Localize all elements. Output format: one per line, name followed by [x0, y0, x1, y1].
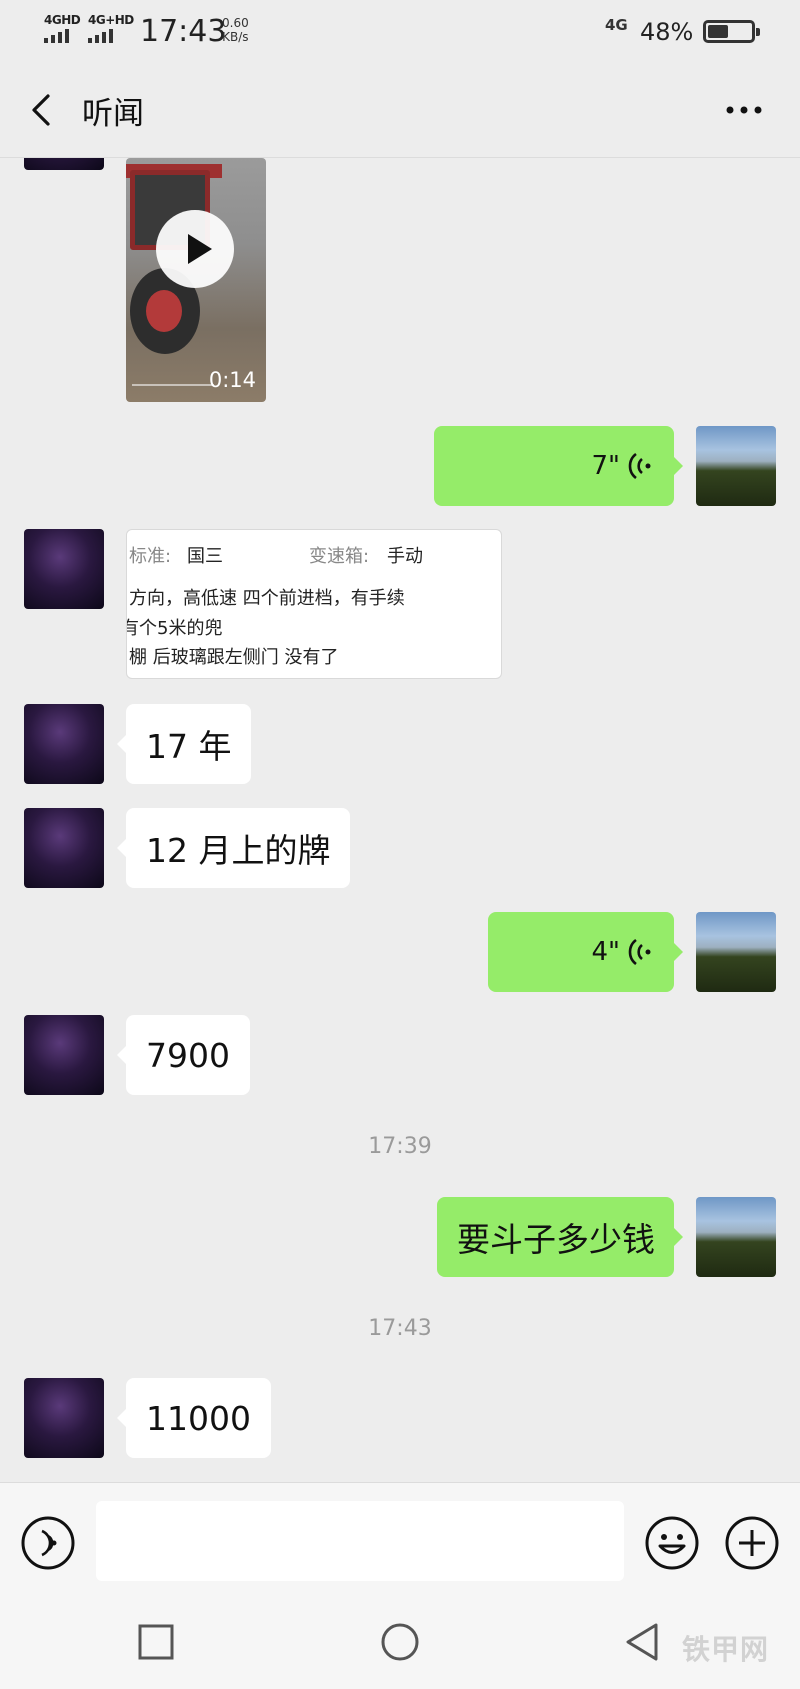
plus-icon[interactable] — [724, 1515, 780, 1571]
my-avatar[interactable] — [696, 912, 776, 992]
system-nav-bar: 铁甲网 — [0, 1602, 800, 1689]
video-duration: 0:14 — [208, 368, 256, 392]
contact-avatar[interactable] — [24, 1015, 104, 1095]
timestamp: 17:39 — [368, 1134, 432, 1159]
spec-line-4: 棚 后玻璃跟左侧门 没有了 — [129, 647, 339, 668]
message-text: 7900 — [146, 1035, 230, 1075]
clock: 17:43 — [140, 14, 227, 49]
battery-percent: 48% — [640, 18, 694, 46]
contact-avatar[interactable] — [24, 158, 104, 170]
voice-message-out[interactable]: 4" — [488, 912, 683, 992]
message-text: 要斗子多少钱 — [457, 1220, 655, 1259]
net-speed-unit: KB/s — [222, 30, 249, 44]
input-bar — [0, 1482, 800, 1602]
spec-label-standard: 标准: — [129, 546, 172, 567]
chat-title: 听闻 — [82, 96, 144, 132]
spec-value-standard: 国三 — [187, 546, 223, 567]
voice-duration: 4" — [591, 937, 620, 967]
my-avatar[interactable] — [696, 426, 776, 506]
contact-avatar[interactable] — [24, 704, 104, 784]
voice-duration: 7" — [591, 451, 620, 481]
text-message-out[interactable]: 要斗子多少钱 — [437, 1197, 683, 1277]
voice-mode-icon[interactable] — [20, 1515, 76, 1571]
status-bar: 4GHD 4G+HD 17:43 0.60 KB/s 4G 48% — [0, 0, 800, 62]
recents-square-icon[interactable] — [138, 1624, 174, 1660]
voice-wave-icon — [628, 938, 651, 966]
contact-avatar[interactable] — [24, 808, 104, 888]
text-message-in[interactable]: 17 年 — [116, 704, 252, 784]
text-message-in[interactable]: 11000 — [117, 1378, 271, 1458]
emoji-icon[interactable] — [644, 1515, 700, 1571]
message-list[interactable]: 0:14 7" 标准: 国三 变速箱: 手动 方向，高低速 四个前进档，有手续 … — [0, 158, 800, 1482]
message-text: 12 月上的牌 — [146, 831, 331, 870]
image-message[interactable]: 标准: 国三 变速箱: 手动 方向，高低速 四个前进档，有手续 有个5米的兜 棚… — [126, 529, 502, 679]
signal-bars-icon — [44, 29, 69, 43]
signal-bars-icon — [88, 29, 113, 43]
voice-message-out[interactable]: 7" — [434, 426, 683, 506]
network-type-1: 4GHD — [44, 13, 81, 27]
net-speed-value: 0.60 — [222, 16, 249, 30]
back-triangle-icon[interactable] — [622, 1622, 662, 1662]
battery-icon — [703, 20, 760, 43]
spec-line-2: 方向，高低速 四个前进档，有手续 — [129, 588, 405, 609]
signal-2: 4G+HD — [88, 14, 134, 43]
net-speed: 0.60 KB/s — [222, 16, 249, 44]
text-message-in[interactable]: 7900 — [117, 1015, 250, 1095]
voice-wave-icon — [628, 452, 651, 480]
contact-avatar[interactable] — [24, 529, 104, 609]
text-message-in[interactable]: 12 月上的牌 — [116, 808, 351, 888]
timestamp: 17:43 — [368, 1316, 432, 1341]
message-input[interactable] — [96, 1501, 624, 1581]
video-message[interactable]: 0:14 — [126, 158, 266, 402]
my-avatar[interactable] — [696, 1197, 776, 1277]
watermark: 铁甲网 — [682, 1633, 770, 1666]
network-type-2: 4G+HD — [88, 13, 134, 27]
contact-avatar[interactable] — [24, 1378, 104, 1458]
network-4g-label: 4G — [605, 16, 628, 34]
more-dots-icon[interactable] — [722, 92, 766, 128]
message-text: 17 年 — [146, 727, 232, 766]
signal-1: 4GHD — [44, 13, 81, 43]
spec-label-gearbox: 变速箱: — [309, 546, 370, 567]
message-text: 11000 — [146, 1398, 251, 1438]
home-circle-icon[interactable] — [380, 1622, 420, 1662]
spec-line-3: 有个5米的兜 — [126, 618, 223, 639]
chevron-left-icon[interactable] — [24, 90, 64, 130]
chat-header: 听闻 — [0, 62, 800, 158]
spec-value-gearbox: 手动 — [387, 546, 423, 567]
play-icon[interactable] — [156, 210, 234, 288]
